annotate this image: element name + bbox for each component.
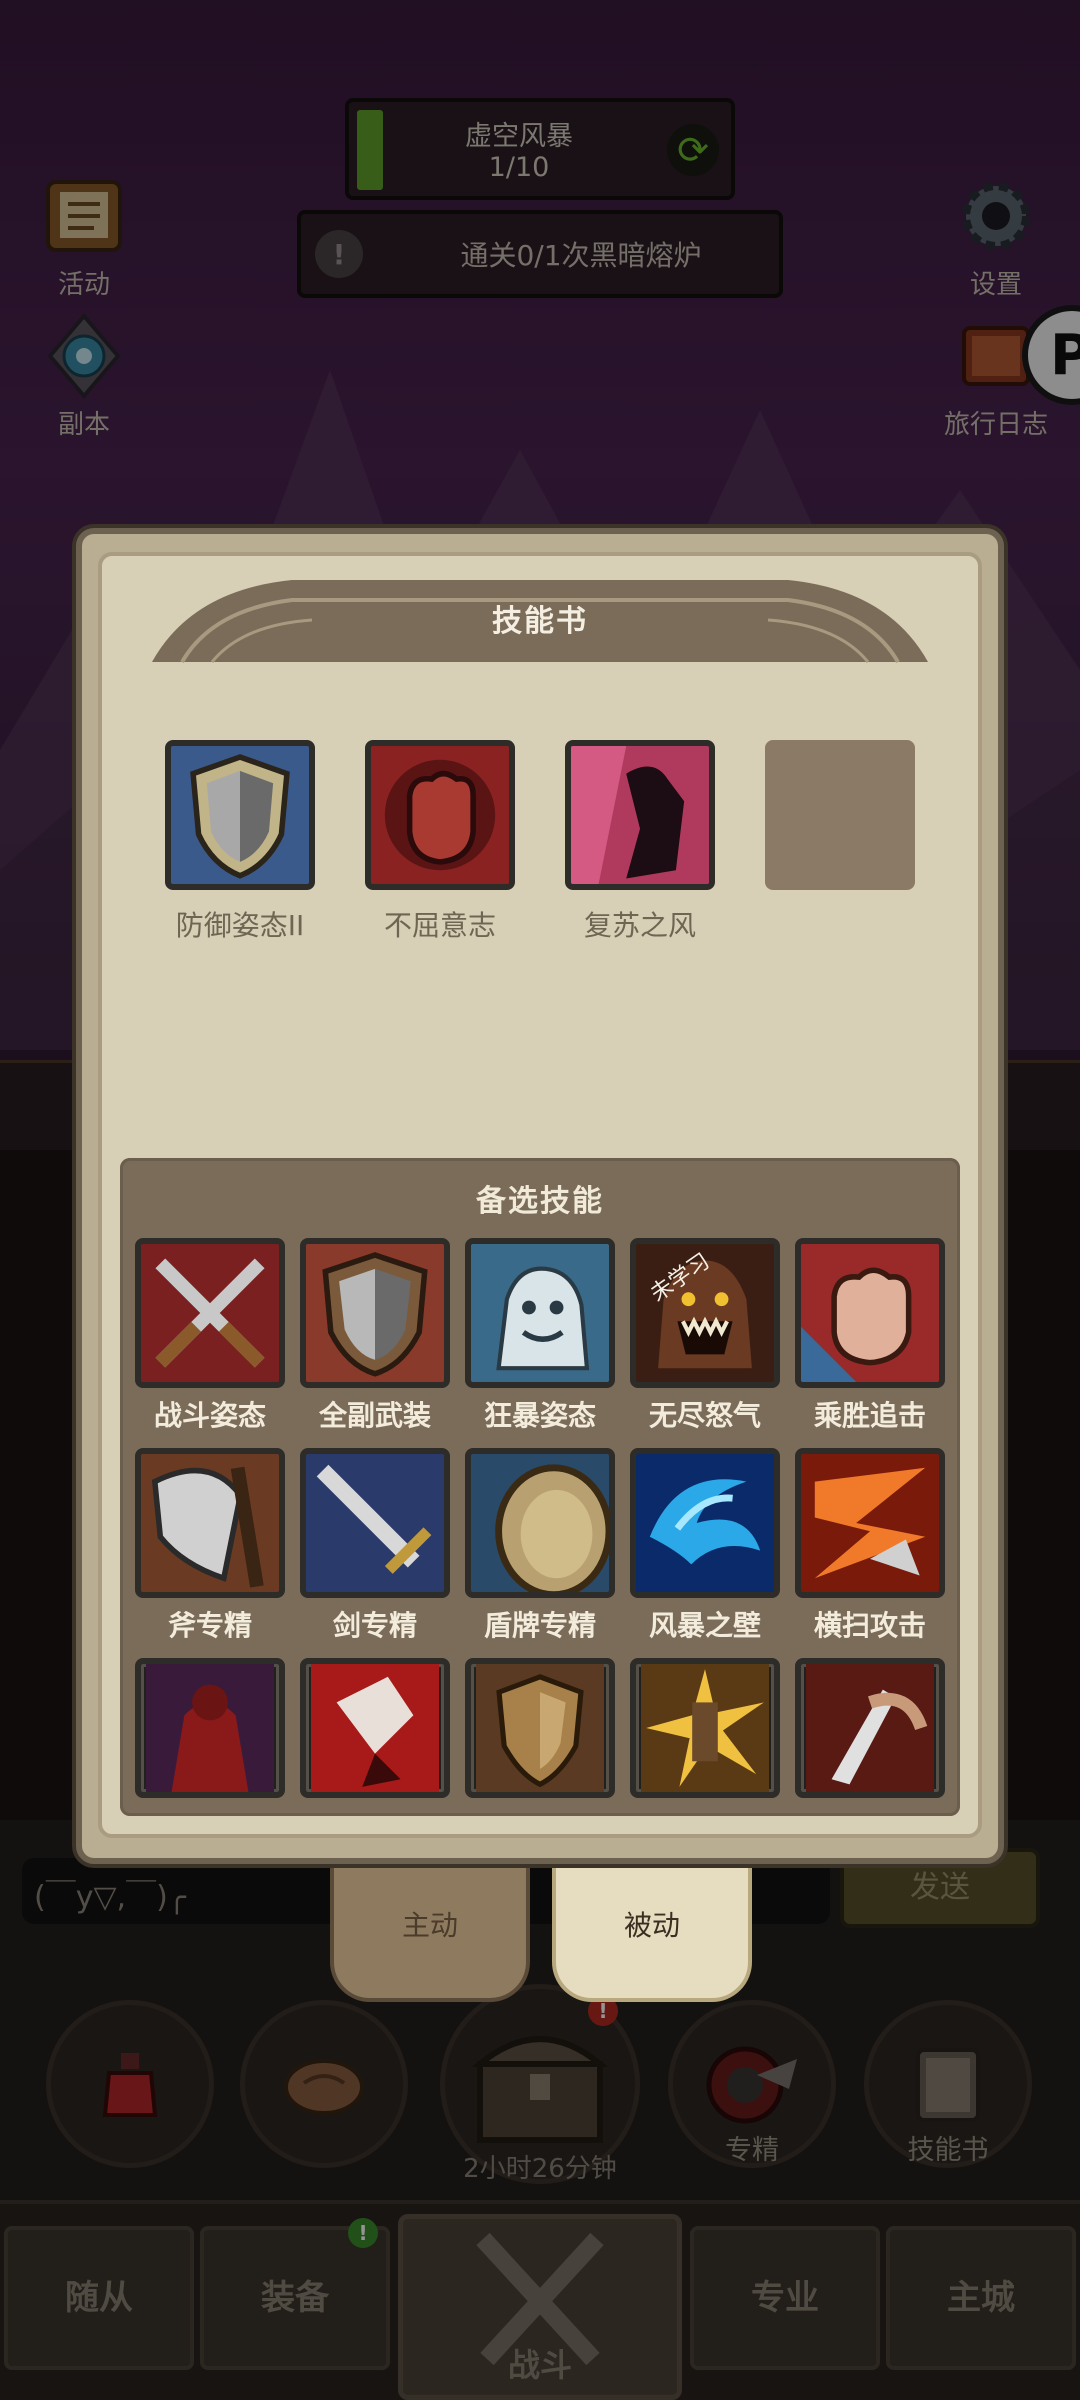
alt-skill-2[interactable]: 全副武装 (300, 1238, 450, 1434)
equipped-skill-3[interactable]: 复苏之风 (565, 740, 715, 944)
alt-skill-10[interactable]: 横扫攻击 (795, 1448, 945, 1644)
skill-label: 剑专精 (332, 1609, 417, 1642)
alt-skill-9[interactable]: 风暴之壁 (630, 1448, 780, 1644)
alt-skill-7[interactable]: 剑专精 (300, 1448, 450, 1644)
alt-skill-1[interactable]: 战斗姿态 (135, 1238, 285, 1434)
skill-label: 横扫攻击 (813, 1609, 926, 1642)
alt-skill-8[interactable]: 盾牌专精 (465, 1448, 615, 1644)
blood-strike-icon (300, 1658, 450, 1798)
alt-skill-11[interactable] (135, 1658, 285, 1798)
alt-skill-3[interactable]: 狂暴姿态 (465, 1238, 615, 1434)
alt-skill-12[interactable] (300, 1658, 450, 1798)
crossed-swords-icon (135, 1238, 285, 1388)
empty-skill-slot[interactable] (765, 740, 915, 890)
alt-skill-5[interactable]: 乘胜追击 (795, 1238, 945, 1434)
alt-skill-14[interactable] (630, 1658, 780, 1798)
axe-icon (135, 1448, 285, 1598)
alt-skill-15[interactable] (795, 1658, 945, 1798)
panel-title: 技能书 (492, 604, 588, 639)
skill-label: 无尽怒气 (648, 1399, 761, 1432)
skill-label: 斧专精 (167, 1609, 252, 1642)
roaring-beast-icon: 未学习 (630, 1238, 780, 1388)
skill-label: 防御姿态II (175, 909, 305, 942)
alt-skill-4[interactable]: 未学习 无尽怒气 (630, 1238, 780, 1434)
kite-shield-icon (465, 1658, 615, 1798)
alt-skill-6[interactable]: 斧专精 (135, 1448, 285, 1644)
skill-label: 不屈意志 (383, 909, 496, 942)
bleed-slash-icon (795, 1658, 945, 1798)
skill-label: 盾牌专精 (483, 1609, 596, 1642)
berserker-icon (465, 1238, 615, 1388)
round-shield-icon (465, 1448, 615, 1598)
skill-label: 复苏之风 (583, 909, 696, 942)
skill-label: 乘胜追击 (813, 1399, 926, 1432)
shield-icon (300, 1238, 450, 1388)
alt-skill-13[interactable] (465, 1658, 615, 1798)
fist-icon (795, 1238, 945, 1388)
skill-label: 风暴之壁 (648, 1609, 761, 1642)
red-figure-icon (135, 1658, 285, 1798)
sweep-slash-icon (795, 1448, 945, 1598)
skill-label: 战斗姿态 (153, 1399, 266, 1432)
warrior-silhouette-icon (565, 740, 715, 890)
tab-active-skills[interactable]: 主动 (330, 1862, 530, 2002)
alternate-skills-title: 备选技能 (476, 1184, 604, 1219)
equipped-skill-2[interactable]: 不屈意志 (365, 740, 515, 944)
equipped-skill-1[interactable]: 防御姿态II (165, 740, 315, 944)
skill-label: 狂暴姿态 (483, 1399, 596, 1432)
burst-icon (630, 1658, 780, 1798)
skill-label: 全副武装 (318, 1399, 431, 1432)
shield-icon (165, 740, 315, 890)
tab-passive-skills[interactable]: 被动 (552, 1862, 752, 2002)
fist-icon (365, 740, 515, 890)
sword-icon (300, 1448, 450, 1598)
blue-vortex-icon (630, 1448, 780, 1598)
